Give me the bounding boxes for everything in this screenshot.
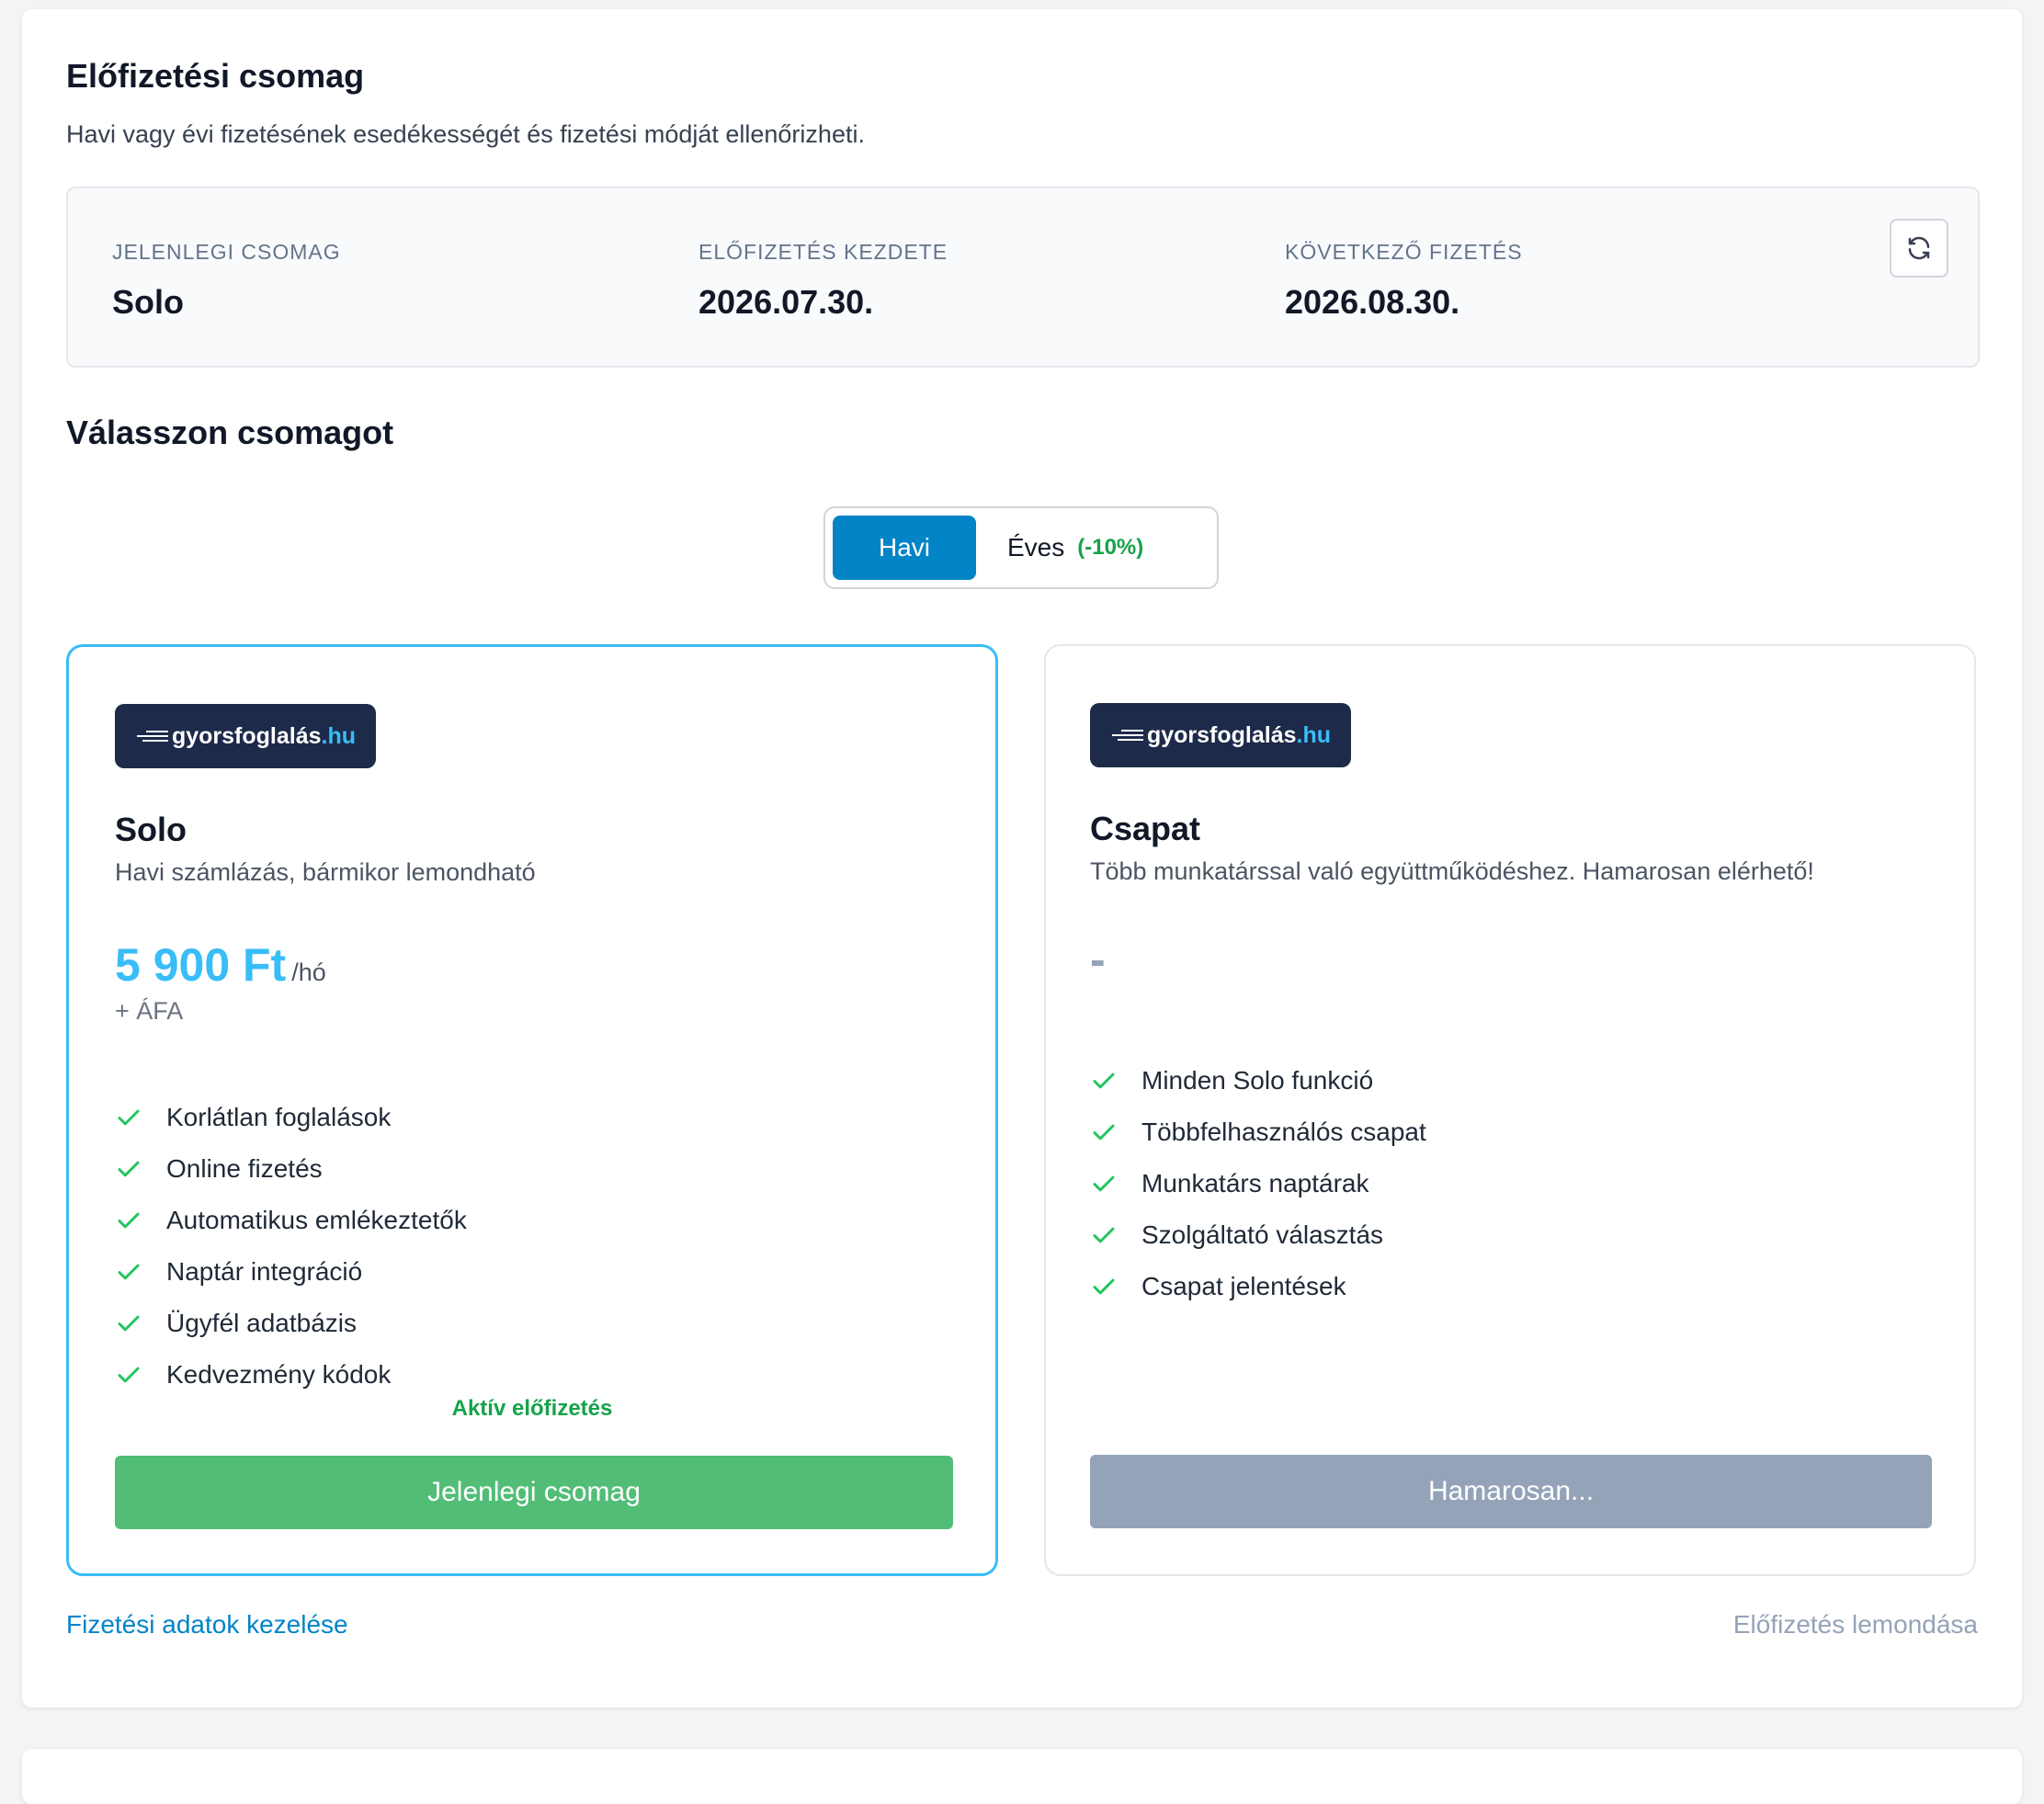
yearly-discount-badge: (-10%): [1077, 535, 1144, 560]
start-date-label: ELŐFIZETÉS KEZDETE: [698, 240, 948, 264]
speed-lines-icon: [1110, 727, 1143, 743]
plan-name: Solo: [115, 811, 187, 848]
feature-list: Minden Solo funkció Többfelhasználós csa…: [1090, 1055, 1426, 1312]
refresh-icon: [1908, 236, 1930, 260]
choose-plan-title: Válasszon csomagot: [66, 414, 394, 451]
plan-name: Csapat: [1090, 810, 1201, 847]
current-plan-info: JELENLEGI CSOMAG Solo ELŐFIZETÉS KEZDETE…: [66, 187, 1980, 368]
current-plan-value: Solo: [112, 283, 184, 321]
cancel-subscription-link[interactable]: Előfizetés lemondása: [1733, 1610, 1978, 1639]
next-payment-column: KÖVETKEZŐ FIZETÉS 2026.08.30.: [1285, 240, 1523, 322]
logo-text: gyorsfoglalás.hu: [171, 722, 357, 749]
plan-description: Havi számlázás, bármikor lemondható: [115, 858, 536, 886]
feature-item: Többfelhasználós csapat: [1090, 1106, 1426, 1158]
plan-card-solo: gyorsfoglalás.hu Solo Havi számlázás, bá…: [66, 644, 998, 1576]
toggle-yearly-label: Éves: [1007, 533, 1065, 562]
feature-item: Minden Solo funkció: [1090, 1055, 1426, 1106]
feature-item: Szolgáltató választás: [1090, 1209, 1426, 1261]
subscription-card: Előfizetési csomag Havi vagy évi fizetés…: [22, 9, 2022, 1708]
check-icon: [118, 1315, 140, 1332]
current-plan-label: JELENLEGI CSOMAG: [112, 240, 341, 264]
check-icon: [118, 1367, 140, 1383]
feature-item: Korlátlan foglalások: [115, 1092, 467, 1143]
coming-soon-button[interactable]: Hamarosan...: [1090, 1455, 1932, 1528]
feature-item: Naptár integráció: [115, 1246, 467, 1298]
check-icon: [118, 1264, 140, 1280]
check-icon: [1093, 1072, 1115, 1089]
current-plan-column: JELENLEGI CSOMAG Solo: [112, 240, 341, 322]
next-payment-value: 2026.08.30.: [1285, 283, 1460, 321]
billing-period-toggle: Havi Éves (-10%): [823, 506, 1219, 589]
speed-lines-icon: [135, 728, 168, 744]
feature-item: Kedvezmény kódok: [115, 1349, 467, 1401]
check-icon: [1093, 1227, 1115, 1243]
toggle-monthly[interactable]: Havi: [833, 516, 976, 580]
plan-price: -: [1090, 934, 1106, 985]
check-icon: [118, 1109, 140, 1126]
page-subtitle: Havi vagy évi fizetésének esedékességét …: [66, 120, 865, 148]
feature-item: Munkatárs naptárak: [1090, 1158, 1426, 1209]
feature-item: Online fizetés: [115, 1143, 467, 1195]
feature-item: Ügyfél adatbázis: [115, 1298, 467, 1349]
logo-text: gyorsfoglalás.hu: [1146, 721, 1332, 748]
toggle-yearly[interactable]: Éves (-10%): [1007, 516, 1143, 580]
manage-payment-link[interactable]: Fizetési adatok kezelése: [66, 1610, 348, 1639]
start-date-column: ELŐFIZETÉS KEZDETE 2026.07.30.: [698, 240, 948, 322]
check-icon: [1093, 1175, 1115, 1192]
feature-item: Csapat jelentések: [1090, 1261, 1426, 1312]
price-vat: + ÁFA: [115, 997, 184, 1025]
feature-list: Korlátlan foglalások Online fizetés Auto…: [115, 1092, 467, 1401]
brand-logo: gyorsfoglalás.hu: [115, 704, 376, 768]
check-icon: [118, 1212, 140, 1229]
current-plan-button[interactable]: Jelenlegi csomag: [115, 1456, 953, 1529]
price-period: /hó: [291, 959, 326, 986]
brand-logo: gyorsfoglalás.hu: [1090, 703, 1351, 767]
page-title: Előfizetési csomag: [66, 57, 365, 95]
feature-item: Automatikus emlékeztetők: [115, 1195, 467, 1246]
next-card: [22, 1749, 2022, 1804]
next-payment-label: KÖVETKEZŐ FIZETÉS: [1285, 240, 1523, 264]
price-amount: 5 900 Ft: [115, 939, 287, 991]
plan-card-team: gyorsfoglalás.hu Csapat Több munkatárssa…: [1044, 644, 1976, 1576]
active-subscription-status: Aktív előfizetés: [451, 1396, 613, 1421]
start-date-value: 2026.07.30.: [698, 283, 874, 321]
plan-price: 5 900 Ft/hó: [115, 938, 326, 992]
check-icon: [1093, 1124, 1115, 1140]
check-icon: [118, 1161, 140, 1177]
check-icon: [1093, 1278, 1115, 1295]
plan-description: Több munkatárssal való együttműködéshez.…: [1090, 857, 1814, 885]
refresh-button[interactable]: [1890, 219, 1948, 278]
